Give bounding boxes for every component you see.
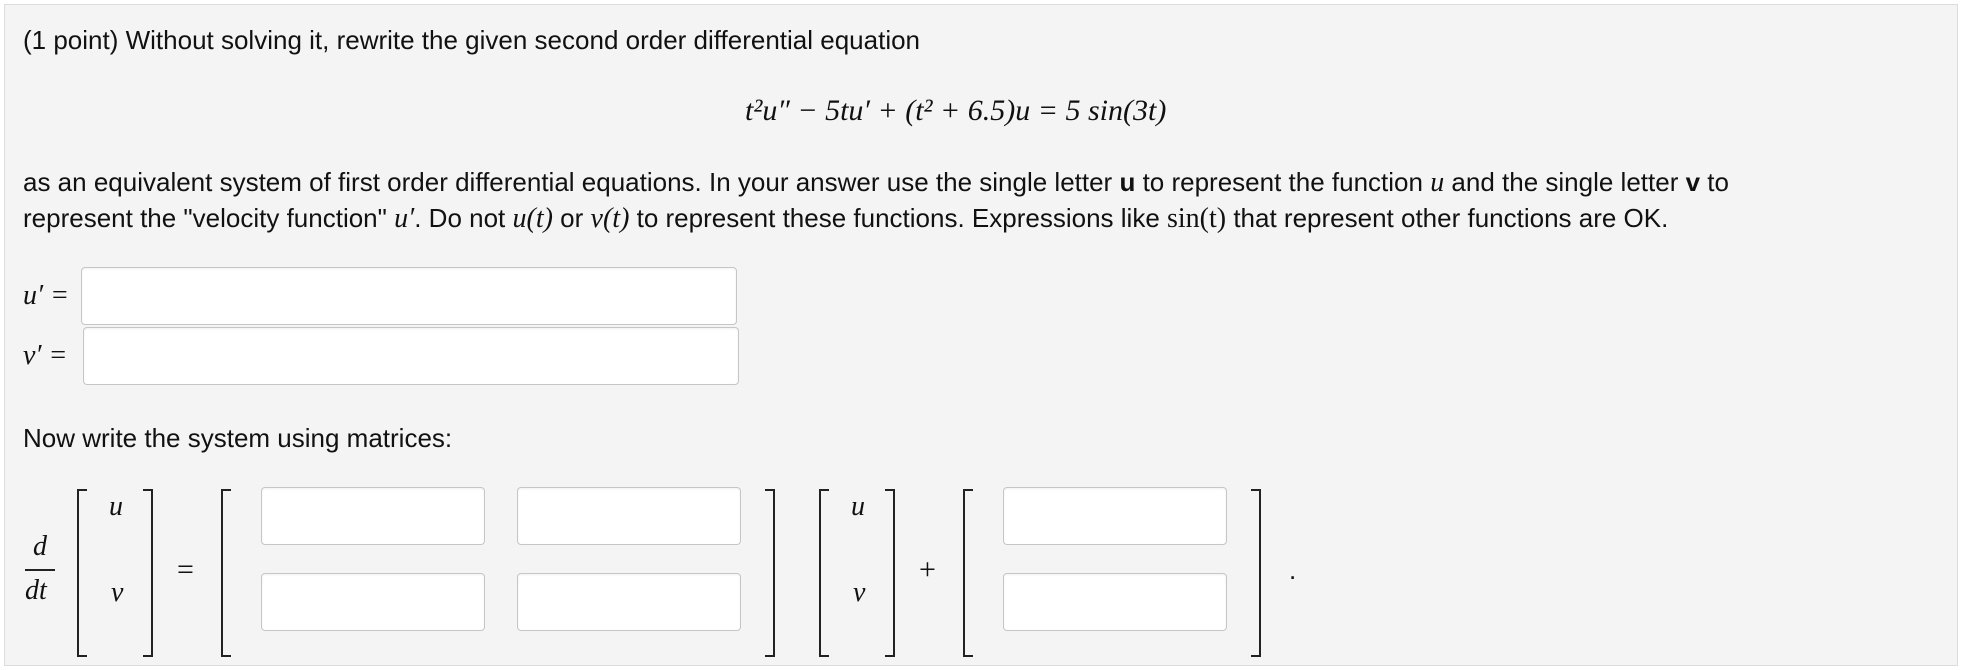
problem-intro: (1 point) Without solving it, rewrite th… bbox=[23, 25, 921, 55]
matrix-a21-input[interactable] bbox=[261, 573, 485, 631]
right-bracket-vector bbox=[143, 489, 153, 657]
instruction-text: as an equivalent system of first order d… bbox=[23, 167, 1120, 197]
left-bracket-vector-2 bbox=[819, 489, 829, 657]
instruction-text: to bbox=[1700, 167, 1729, 197]
vector-u: u bbox=[109, 491, 123, 522]
left-bracket-vector bbox=[77, 489, 87, 657]
derivative-numerator: d bbox=[33, 531, 47, 562]
math-u-of-t: u(t) bbox=[512, 203, 553, 234]
matrix-a12-input[interactable] bbox=[517, 487, 741, 545]
math-u: u bbox=[1430, 167, 1445, 198]
fraction-bar bbox=[25, 569, 55, 571]
vprime-input[interactable] bbox=[83, 327, 739, 385]
instruction-text: that represent other functions are OK. bbox=[1226, 203, 1669, 233]
vector-u-2: u bbox=[851, 491, 865, 522]
vector-b2-input[interactable] bbox=[1003, 573, 1227, 631]
instruction-line-1: as an equivalent system of first order d… bbox=[23, 165, 1729, 200]
vector-b1-input[interactable] bbox=[1003, 487, 1227, 545]
period: . bbox=[1289, 555, 1297, 585]
math-v-of-t: v(t) bbox=[590, 203, 630, 234]
letter-v-bold: v bbox=[1685, 167, 1701, 197]
instruction-text: . Do not bbox=[414, 203, 513, 233]
uprime-label: u′ = bbox=[23, 280, 70, 311]
differential-equation: t²u″ − 5tu′ + (t² + 6.5)u = 5 sin(3t) bbox=[745, 94, 1167, 127]
instruction-line-2: represent the "velocity function" u′. Do… bbox=[23, 201, 1668, 236]
plus-sign: + bbox=[919, 553, 936, 586]
right-bracket-b bbox=[1251, 489, 1261, 657]
instruction-text: and the single letter bbox=[1444, 167, 1686, 197]
derivative-denominator: dt bbox=[25, 575, 47, 606]
matrix-a22-input[interactable] bbox=[517, 573, 741, 631]
right-bracket-vector-2 bbox=[885, 489, 895, 657]
instruction-text: to represent the function bbox=[1135, 167, 1431, 197]
vprime-label: v′ = bbox=[23, 340, 68, 371]
left-bracket-b bbox=[963, 489, 973, 657]
equals-sign: = bbox=[177, 553, 194, 586]
instruction-text: or bbox=[552, 203, 591, 233]
matrix-prompt: Now write the system using matrices: bbox=[23, 423, 453, 453]
math-u-prime: u′ bbox=[394, 203, 415, 234]
vector-v: v bbox=[111, 577, 124, 608]
instruction-text: to represent these functions. Expression… bbox=[629, 203, 1167, 233]
letter-u-bold: u bbox=[1119, 167, 1136, 197]
matrix-a11-input[interactable] bbox=[261, 487, 485, 545]
instruction-text: represent the "velocity function" bbox=[23, 203, 395, 233]
uprime-input[interactable] bbox=[81, 267, 737, 325]
vector-v-2: v bbox=[853, 577, 866, 608]
left-bracket-matrix bbox=[221, 489, 231, 657]
math-sin-t: sin(t) bbox=[1167, 203, 1227, 234]
right-bracket-matrix bbox=[765, 489, 775, 657]
problem-panel: (1 point) Without solving it, rewrite th… bbox=[4, 4, 1958, 666]
